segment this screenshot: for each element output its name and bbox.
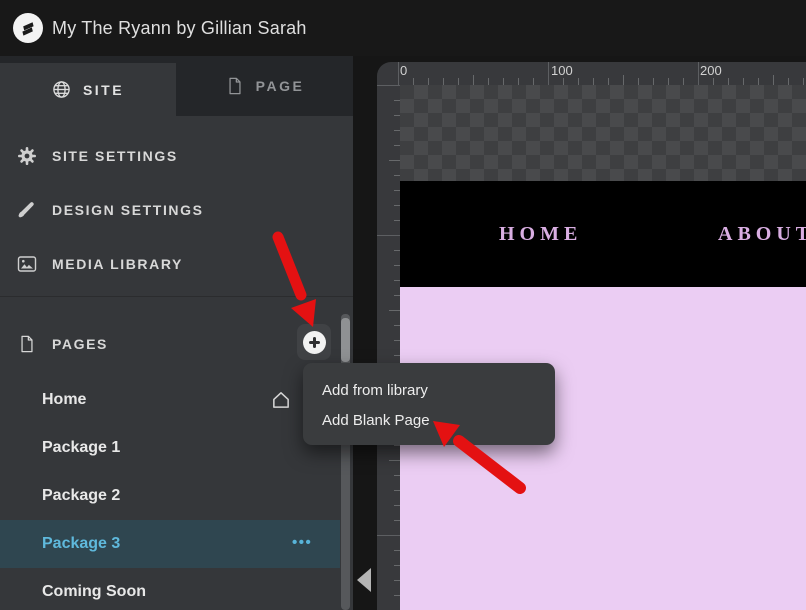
gear-icon [17, 146, 37, 166]
ruler-tick [458, 78, 459, 85]
tab-page-label: PAGE [256, 78, 305, 94]
ruler-tick [698, 62, 699, 85]
ruler-tick [377, 235, 400, 236]
sidebar-tabbar: SITE PAGE [0, 56, 353, 116]
ruler-tick [638, 78, 639, 85]
brush-icon [17, 200, 37, 220]
vertical-ruler [377, 85, 400, 610]
sidebar-item-label: SITE SETTINGS [52, 148, 178, 164]
preview-navbar: HOME ABOUT [400, 181, 806, 287]
sidebar-item-design-settings[interactable]: DESIGN SETTINGS [0, 183, 353, 237]
page-item-home[interactable]: Home [0, 376, 353, 424]
app-window: My The Ryann by Gillian Sarah SITE [0, 0, 806, 610]
ruler-tick [548, 62, 549, 85]
page-item-label: Home [42, 391, 86, 409]
sidebar-menu: SITE SETTINGS DESIGN SETTINGS [0, 116, 353, 291]
sidebar-gap [353, 56, 377, 610]
sidebar-divider [0, 296, 353, 297]
ruler-tick [623, 75, 624, 85]
add-page-context-menu: Add from library Add Blank Page [303, 363, 555, 445]
nav-link-about[interactable]: ABOUT [718, 181, 806, 287]
ruler-tick [377, 85, 400, 86]
ruler-tick [389, 160, 400, 161]
plus-icon [303, 331, 326, 354]
page-icon [225, 76, 245, 96]
ruler-tick [518, 78, 519, 85]
sidebar-item-label: DESIGN SETTINGS [52, 202, 204, 218]
ruler-tick [533, 78, 534, 85]
sidebar-item-media-library[interactable]: MEDIA LIBRARY [0, 237, 353, 291]
ruler-tick [398, 62, 399, 85]
sidebar-item-label: MEDIA LIBRARY [52, 256, 183, 272]
collapse-sidebar-icon[interactable] [357, 568, 371, 592]
ruler-tick [428, 78, 429, 85]
page-title: My The Ryann by Gillian Sarah [52, 0, 307, 56]
ruler-tick [803, 78, 804, 85]
pages-section-label: PAGES [52, 336, 108, 352]
transparency-checkerboard [400, 85, 806, 181]
sidebar-item-site-settings[interactable]: SITE SETTINGS [0, 129, 353, 183]
ruler-tick [728, 78, 729, 85]
tab-site-label: SITE [83, 82, 124, 98]
site-preview: HOME ABOUT [400, 85, 806, 610]
page-item-label: Coming Soon [42, 583, 146, 601]
tab-page[interactable]: PAGE [176, 56, 353, 116]
ruler-tick [788, 78, 789, 85]
ruler-tick [377, 535, 400, 536]
ruler-tick [593, 78, 594, 85]
ruler-tick [713, 78, 714, 85]
tab-site[interactable]: SITE [0, 63, 176, 116]
preview-page-body[interactable] [400, 287, 806, 610]
ruler-label-0: 0 [400, 63, 407, 78]
ruler-tick [608, 78, 609, 85]
sidebar: SITE PAGE [0, 56, 353, 610]
page-icon [17, 334, 37, 354]
nav-link-home[interactable]: HOME [499, 181, 582, 287]
home-icon [270, 389, 292, 411]
menu-item-add-from-library[interactable]: Add from library [303, 376, 555, 406]
ruler-tick [653, 78, 654, 85]
globe-icon [52, 80, 72, 100]
ruler-tick [773, 75, 774, 85]
page-item-label: Package 3 [42, 535, 120, 553]
ruler-tick [413, 78, 414, 85]
ruler-tick [389, 310, 400, 311]
ruler-tick [563, 78, 564, 85]
page-item-label: Package 1 [42, 439, 120, 457]
menu-item-add-blank-page[interactable]: Add Blank Page [303, 406, 555, 436]
pages-list: Home Package 1 Package 2 Package 3 ••• C… [0, 376, 353, 610]
image-icon [17, 254, 37, 274]
ruler-tick [503, 78, 504, 85]
page-item-package-2[interactable]: Package 2 [0, 472, 353, 520]
horizontal-ruler: 0 100 200 [377, 62, 806, 85]
ruler-tick [443, 78, 444, 85]
ellipsis-menu-icon[interactable]: ••• [292, 520, 312, 568]
ruler-label-200: 200 [700, 63, 722, 78]
ruler-tick [488, 78, 489, 85]
page-item-package-1[interactable]: Package 1 [0, 424, 353, 472]
ruler-tick [743, 78, 744, 85]
ruler-tick [668, 78, 669, 85]
ruler-tick [683, 78, 684, 85]
canvas-frame: 0 100 200 HOME ABOUT [377, 62, 806, 610]
ruler-tick [473, 75, 474, 85]
ruler-label-100: 100 [551, 63, 573, 78]
sitejet-logo-icon[interactable] [13, 13, 43, 43]
ruler-tick [389, 460, 400, 461]
page-item-label: Package 2 [42, 487, 120, 505]
page-item-package-3[interactable]: Package 3 ••• [0, 520, 340, 568]
sidebar-scrollbar-thumb[interactable] [341, 318, 350, 362]
ruler-tick [758, 78, 759, 85]
ruler-tick [578, 78, 579, 85]
add-page-button[interactable] [297, 324, 331, 360]
page-item-coming-soon[interactable]: Coming Soon [0, 568, 353, 610]
top-bar: My The Ryann by Gillian Sarah [0, 0, 806, 56]
